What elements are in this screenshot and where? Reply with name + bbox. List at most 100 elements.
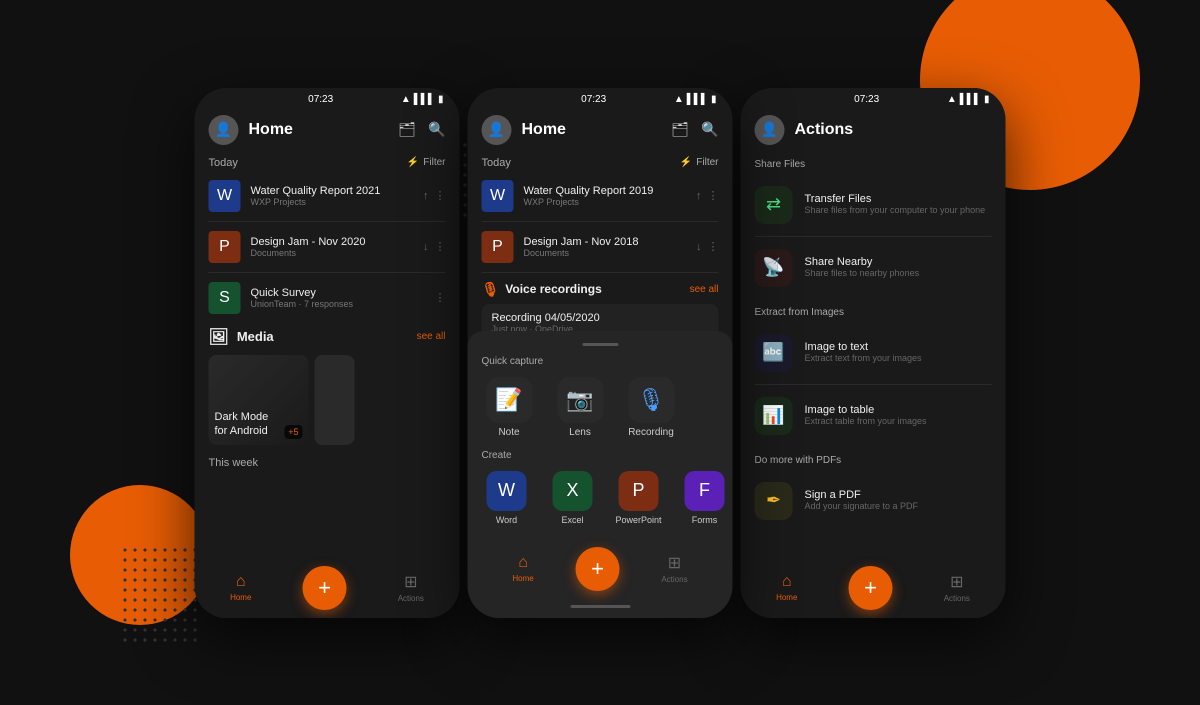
search-icon-c[interactable]: 🔍: [701, 121, 718, 138]
time-right: 07:23: [854, 94, 879, 105]
media-thumb-badge: +5: [284, 425, 302, 439]
nav-home-right[interactable]: ⌂ Home: [776, 573, 797, 602]
file-item-word[interactable]: W Water Quality Report 2021 WXP Projects…: [195, 173, 460, 219]
upload-icon-word[interactable]: ↑: [423, 190, 429, 202]
app-bar-left: 👤 Home 🗂 🔍: [195, 109, 460, 151]
create-excel[interactable]: X Excel: [548, 471, 598, 525]
create-ppt[interactable]: P PowerPoint: [614, 471, 664, 525]
avatar-right: 👤: [755, 115, 785, 145]
home-icon-right: ⌂: [782, 573, 792, 591]
share-nearby-item[interactable]: 📡 Share Nearby Share files to nearby pho…: [755, 241, 992, 295]
battery-icon: ▮: [438, 94, 444, 105]
bottom-nav-left: ⌂ Home + ⊞ Actions: [195, 558, 460, 618]
today-label-left: Today: [209, 157, 238, 169]
divider-c1: [482, 221, 719, 222]
phone-right: 07:23 ▲ ▌▌▌ ▮ 👤 Actions Share Files ⇄ Tr…: [741, 88, 1006, 618]
nav-home-center[interactable]: ⌂ Home: [512, 554, 533, 583]
capture-lens[interactable]: 📷 Lens: [553, 377, 608, 438]
wifi-icon-c: ▲: [674, 94, 684, 105]
file-info-sheets: Quick Survey UnionTeam · 7 responses: [251, 287, 425, 309]
today-label-center: Today: [482, 157, 511, 169]
file-actions-sheets: ⋮: [435, 291, 446, 304]
more-icon-sheets[interactable]: ⋮: [435, 291, 446, 304]
ppt-icon-c: P: [482, 231, 514, 263]
file-name-word-c: Water Quality Report 2019: [524, 185, 687, 197]
nav-actions-left[interactable]: ⊞ Actions: [398, 572, 424, 603]
nav-actions-right[interactable]: ⊞ Actions: [944, 572, 970, 603]
file-name-ppt: Design Jam - Nov 2020: [251, 236, 414, 248]
filter-left[interactable]: ⚡ Filter: [407, 157, 446, 168]
file-item-ppt[interactable]: P Design Jam - Nov 2020 Documents ↓ ⋮: [195, 224, 460, 270]
upload-icon-word-c[interactable]: ↑: [696, 190, 702, 202]
signal-icon: ▌▌▌: [414, 94, 435, 105]
file-info-ppt-c: Design Jam - Nov 2018 Documents: [524, 236, 687, 258]
nav-actions-center[interactable]: ⊞ Actions: [661, 553, 687, 584]
extract-images-title: Extract from Images: [755, 307, 992, 318]
more-icon-word-c[interactable]: ⋮: [708, 189, 719, 202]
share-nearby-icon: 📡: [755, 249, 793, 287]
app-bar-right: 👤 Actions: [741, 109, 1006, 151]
folder-icon-c[interactable]: 🗂: [671, 121, 689, 138]
voice-header: 🎙 Voice recordings see all: [482, 281, 719, 298]
status-bar-right: 07:23 ▲ ▌▌▌ ▮: [741, 88, 1006, 109]
actions-icon-right: ⊞: [950, 572, 963, 592]
file-actions-word-c: ↑ ⋮: [696, 189, 719, 202]
filter-label-center: Filter: [696, 157, 718, 168]
sheets-icon: S: [209, 282, 241, 314]
more-icon-ppt-c[interactable]: ⋮: [708, 240, 719, 253]
media-section: 🖼 Media see all Dark Modefor Android +5: [195, 321, 460, 451]
img-table-info: Image to table Extract table from your i…: [805, 404, 992, 428]
nav-home-left[interactable]: ⌂ Home: [230, 573, 251, 602]
download-icon-ppt-c[interactable]: ↓: [696, 241, 702, 253]
nav-fab-center[interactable]: +: [576, 547, 620, 591]
phone-left: 07:23 ▲ ▌▌▌ ▮ 👤 Home 🗂 🔍 Today ⚡: [195, 88, 460, 618]
capture-recording[interactable]: 🎙 Recording: [624, 377, 679, 438]
phone-center: 07:23 ▲ ▌▌▌ ▮ 👤 Home 🗂 🔍 Today ⚡ Filter: [468, 88, 733, 618]
create-word[interactable]: W Word: [482, 471, 532, 525]
nav-home-label-left: Home: [230, 593, 251, 602]
file-item-ppt-c[interactable]: P Design Jam - Nov 2018 Documents ↓ ⋮: [468, 224, 733, 270]
filter-center[interactable]: ⚡ Filter: [680, 157, 719, 168]
nav-fab-left[interactable]: +: [303, 566, 347, 610]
sign-pdf-desc: Add your signature to a PDF: [805, 501, 992, 513]
img-text-desc: Extract text from your images: [805, 353, 992, 365]
img-text-item[interactable]: 🔤 Image to text Extract text from your i…: [755, 326, 992, 380]
signal-icon-c: ▌▌▌: [687, 94, 708, 105]
transfer-desc: Share files from your computer to your p…: [805, 205, 992, 217]
sign-pdf-item[interactable]: ✒ Sign a PDF Add your signature to a PDF: [755, 474, 992, 528]
phones-container: 07:23 ▲ ▌▌▌ ▮ 👤 Home 🗂 🔍 Today ⚡: [195, 88, 1006, 618]
app-title-left: Home: [249, 121, 399, 139]
share-nearby-desc: Share files to nearby phones: [805, 268, 992, 280]
media-see-all[interactable]: see all: [417, 331, 446, 342]
lens-label: Lens: [569, 427, 591, 438]
folder-icon[interactable]: 🗂: [398, 121, 416, 138]
media-thumb-main[interactable]: Dark Modefor Android +5: [209, 355, 309, 445]
download-icon-ppt[interactable]: ↓: [423, 241, 429, 253]
section-today-left: Today ⚡ Filter: [195, 151, 460, 173]
bottom-nav-center: ⌂ Home + ⊞ Actions: [482, 539, 719, 599]
create-forms[interactable]: F Forms: [680, 471, 730, 525]
file-item-word-c[interactable]: W Water Quality Report 2019 WXP Projects…: [468, 173, 733, 219]
bottom-nav-right: ⌂ Home + ⊞ Actions: [741, 558, 1006, 618]
quick-capture-actions: 📝 Note 📷 Lens 🎙 Recording: [482, 377, 719, 438]
file-name-sheets: Quick Survey: [251, 287, 425, 299]
more-icon-word[interactable]: ⋮: [435, 189, 446, 202]
forms-create-icon: F: [685, 471, 725, 511]
word-create-label: Word: [496, 515, 517, 525]
status-bar-center: 07:23 ▲ ▌▌▌ ▮: [468, 88, 733, 109]
nav-fab-right[interactable]: +: [849, 566, 893, 610]
file-item-sheets[interactable]: S Quick Survey UnionTeam · 7 responses ⋮: [195, 275, 460, 321]
fab-icon-left: +: [318, 575, 331, 601]
lens-icon-bg: 📷: [557, 377, 603, 423]
transfer-files-item[interactable]: ⇄ Transfer Files Share files from your c…: [755, 178, 992, 232]
voice-label: Voice recordings: [505, 282, 601, 296]
note-icon-bg: 📝: [486, 377, 532, 423]
fab-icon-center: +: [591, 556, 604, 582]
img-table-item[interactable]: 📊 Image to table Extract table from your…: [755, 389, 992, 443]
nav-home-label-right: Home: [776, 593, 797, 602]
media-thumb-text: Dark Modefor Android: [215, 410, 269, 439]
more-icon-ppt[interactable]: ⋮: [435, 240, 446, 253]
voice-see-all[interactable]: see all: [690, 284, 719, 295]
search-icon[interactable]: 🔍: [428, 121, 445, 138]
capture-note[interactable]: 📝 Note: [482, 377, 537, 438]
